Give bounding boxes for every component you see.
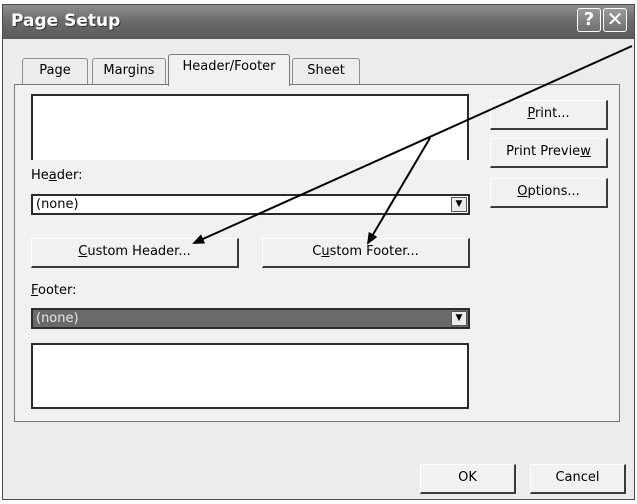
tab-sheet[interactable]: Sheet [292, 58, 360, 84]
footer-label: Footer: [31, 283, 77, 298]
footer-select[interactable]: (none) ▼ [31, 308, 470, 329]
chevron-down-icon[interactable]: ▼ [451, 197, 467, 212]
tab-page[interactable]: Page [22, 58, 88, 84]
header-select-value: (none) [36, 197, 79, 212]
tab-header-footer[interactable]: Header/Footer [168, 54, 290, 86]
ok-button[interactable]: OK [420, 464, 516, 494]
print-preview-button[interactable]: Print Preview [490, 138, 608, 168]
header-preview [31, 94, 469, 160]
custom-footer-button[interactable]: Custom Footer... [262, 238, 470, 268]
help-icon[interactable]: ? [577, 8, 601, 32]
dialog-title: Page Setup [11, 11, 121, 31]
header-select[interactable]: (none) ▼ [31, 194, 470, 215]
title-bar[interactable]: Page Setup ? ✕ [3, 5, 634, 39]
footer-preview [31, 343, 469, 409]
header-label: Header: [31, 168, 83, 183]
print-button[interactable]: Print... [490, 100, 608, 130]
chevron-down-icon[interactable]: ▼ [451, 311, 467, 326]
custom-header-button[interactable]: Custom Header... [31, 238, 239, 268]
close-icon[interactable]: ✕ [603, 8, 627, 32]
cancel-button[interactable]: Cancel [530, 464, 626, 494]
tab-margins[interactable]: Margins [92, 58, 166, 84]
options-button[interactable]: Options... [490, 178, 608, 208]
footer-select-value: (none) [36, 311, 79, 326]
